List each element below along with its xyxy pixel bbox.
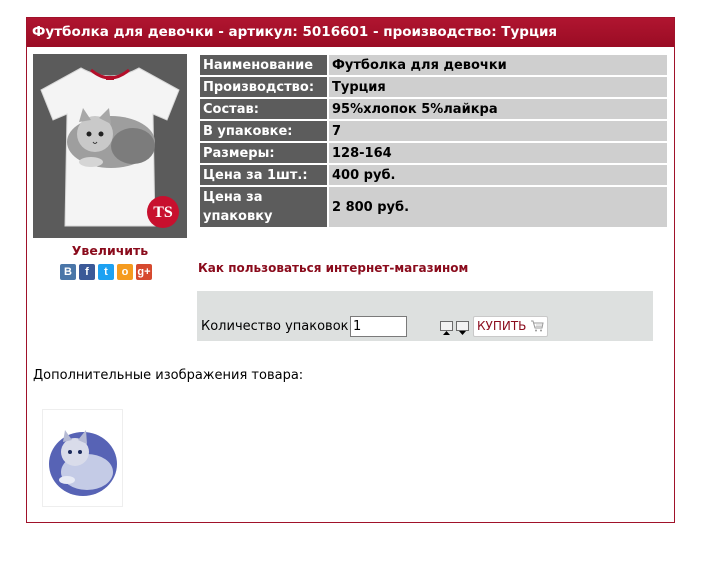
share-facebook-icon[interactable]: f <box>79 264 95 280</box>
spec-row: Цена за 1шт.: 400 руб. <box>200 165 667 185</box>
product-title-bar: Футболка для девочки - артикул: 5016601 … <box>27 18 674 47</box>
additional-images-label: Дополнительные изображения товара: <box>33 368 304 383</box>
spec-row: Наименование Футболка для девочки <box>200 55 667 75</box>
share-google-plus-icon[interactable]: g+ <box>136 264 152 280</box>
spec-key: Наименование <box>200 55 327 75</box>
spec-value: 7 <box>329 121 667 141</box>
spec-value: 128-164 <box>329 143 667 163</box>
quantity-up-button[interactable] <box>440 321 453 335</box>
share-twitter-icon[interactable]: t <box>98 264 114 280</box>
order-box: Количество упаковок: КУПИТЬ <box>197 291 653 341</box>
share-vk-icon[interactable]: В <box>60 264 76 280</box>
tshirt-image: TS <box>33 54 187 238</box>
spec-value: Футболка для девочки <box>329 55 667 75</box>
spec-row: Состав: 95%хлопок 5%лайкра <box>200 99 667 119</box>
spec-row: Производство: Турция <box>200 77 667 97</box>
spec-key: В упаковке: <box>200 121 327 141</box>
howto-link[interactable]: Как пользоваться интернет-магазином <box>198 261 468 275</box>
buy-button[interactable]: КУПИТЬ <box>473 316 549 337</box>
spec-row: Размеры: 128-164 <box>200 143 667 163</box>
arrow-down-icon <box>459 331 466 335</box>
arrow-up-icon <box>443 331 450 335</box>
quantity-down-button[interactable] <box>456 321 469 335</box>
spec-value: 400 руб. <box>329 165 667 185</box>
spec-key: Цена за упаковку <box>200 187 327 227</box>
kitten-image <box>43 410 122 506</box>
brand-logo-text: TS <box>153 204 173 221</box>
zoom-link[interactable]: Увеличить <box>33 243 187 258</box>
quantity-label: Количество упаковок: <box>201 319 353 334</box>
spec-table: Наименование Футболка для девочки Производ… <box>198 53 669 229</box>
quantity-input[interactable] <box>350 316 407 337</box>
spec-key: Размеры: <box>200 143 327 163</box>
spec-value: Турция <box>329 77 667 97</box>
spec-key: Состав: <box>200 99 327 119</box>
spec-value: 95%хлопок 5%лайкра <box>329 99 667 119</box>
product-panel: Футболка для девочки - артикул: 5016601 … <box>26 17 675 523</box>
additional-image-thumbnail[interactable] <box>42 409 123 507</box>
spec-row: В упаковке: 7 <box>200 121 667 141</box>
spec-value: 2 800 руб. <box>329 187 667 227</box>
share-buttons: Вf t о g+ <box>60 264 152 282</box>
spec-row: Цена за упаковку 2 800 руб. <box>200 187 667 227</box>
spec-key: Цена за 1шт.: <box>200 165 327 185</box>
cart-icon <box>531 320 544 332</box>
share-odnoklassniki-icon[interactable]: о <box>117 264 133 280</box>
spec-key: Производство: <box>200 77 327 97</box>
product-image[interactable]: TS <box>33 54 187 238</box>
buy-button-label: КУПИТЬ <box>477 319 527 333</box>
